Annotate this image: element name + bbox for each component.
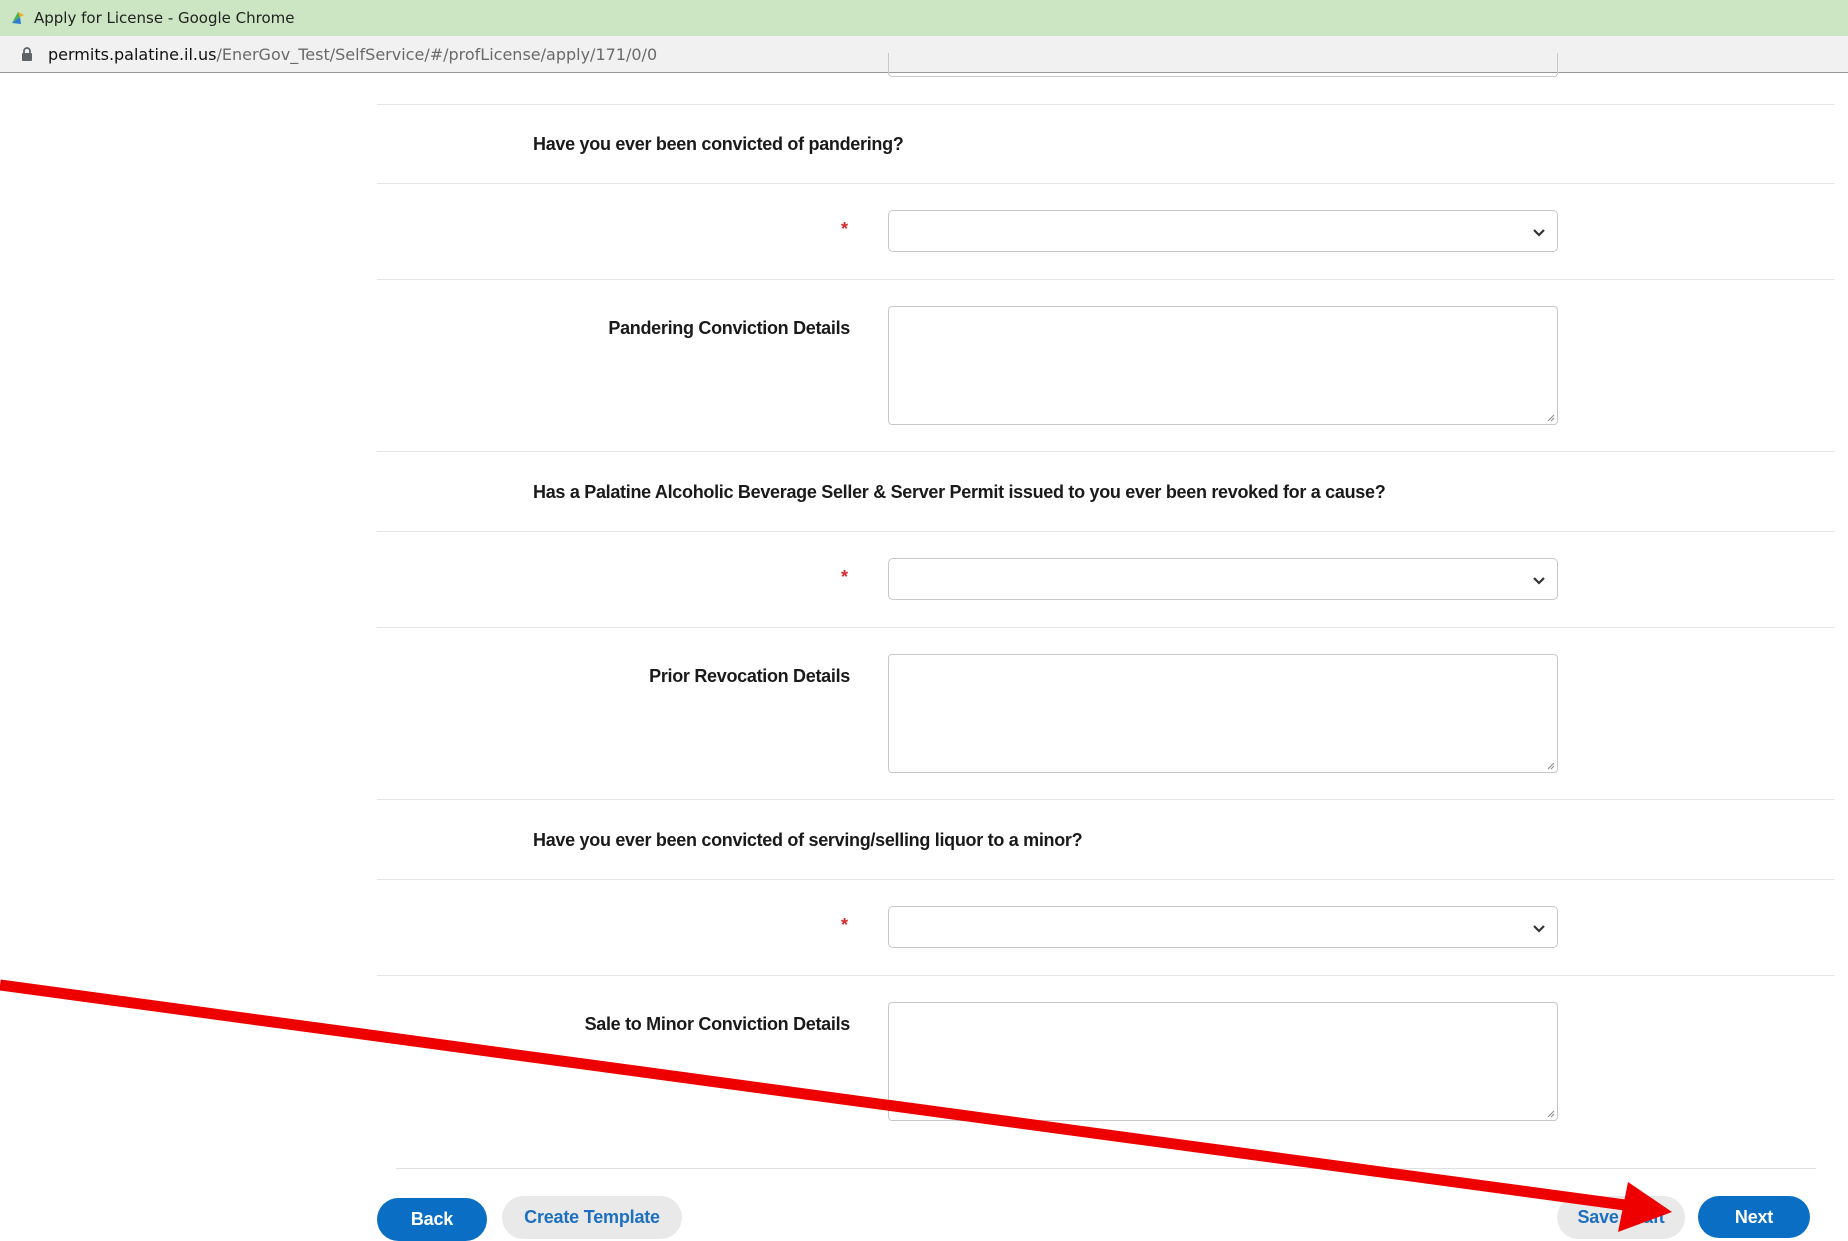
url-text[interactable]: permits.palatine.il.us/EnerGov_Test/Self… [48, 45, 657, 64]
minor-sale-select[interactable] [888, 906, 1558, 948]
pandering-details-label: Pandering Conviction Details [608, 318, 850, 338]
revocation-select[interactable] [888, 558, 1558, 600]
back-button[interactable]: Back [377, 1198, 487, 1241]
page-content: Have you ever been convicted of panderin… [0, 53, 1848, 1241]
browser-window: Apply for License - Google Chrome permit… [0, 0, 1848, 1241]
chevron-down-icon [1533, 925, 1545, 933]
resize-grip-icon[interactable] [1545, 760, 1555, 770]
required-marker: * [841, 915, 849, 935]
url-host: permits.palatine.il.us [48, 44, 217, 64]
previous-textarea[interactable] [888, 53, 1558, 77]
divider [377, 799, 1835, 800]
lock-icon [20, 46, 34, 62]
revocation-details-label: Prior Revocation Details [649, 666, 850, 686]
title-bar: Apply for License - Google Chrome [0, 0, 1848, 36]
chevron-down-icon [1533, 577, 1545, 585]
pandering-select[interactable] [888, 210, 1558, 252]
minor-sale-details-textarea[interactable] [888, 1002, 1558, 1121]
create-template-button[interactable]: Create Template [502, 1196, 682, 1239]
divider [377, 627, 1835, 628]
divider [377, 104, 1835, 105]
divider [377, 879, 1835, 880]
divider [377, 183, 1835, 184]
divider [377, 279, 1835, 280]
divider [377, 975, 1835, 976]
revocation-details-textarea[interactable] [888, 654, 1558, 773]
url-path: /EnerGov_Test/SelfService/#/profLicense/… [216, 44, 658, 64]
question-minor-sale: Have you ever been convicted of serving/… [533, 830, 1083, 850]
minor-sale-details-label: Sale to Minor Conviction Details [584, 1014, 851, 1034]
resize-grip-icon[interactable] [1545, 412, 1555, 422]
app-logo-icon [8, 8, 28, 28]
chevron-down-icon [1533, 229, 1545, 237]
resize-grip-icon[interactable] [1545, 1108, 1555, 1118]
required-marker: * [841, 219, 849, 239]
save-draft-button[interactable]: Save Draft [1557, 1196, 1685, 1239]
window-title: Apply for License - Google Chrome [34, 9, 295, 27]
footer-divider [396, 1168, 1816, 1169]
required-marker: * [841, 567, 849, 587]
next-button[interactable]: Next [1698, 1196, 1810, 1238]
question-pandering: Have you ever been convicted of panderin… [533, 134, 904, 154]
pandering-details-textarea[interactable] [888, 306, 1558, 425]
divider [377, 451, 1835, 452]
divider [377, 531, 1835, 532]
question-revocation: Has a Palatine Alcoholic Beverage Seller… [533, 482, 1386, 502]
